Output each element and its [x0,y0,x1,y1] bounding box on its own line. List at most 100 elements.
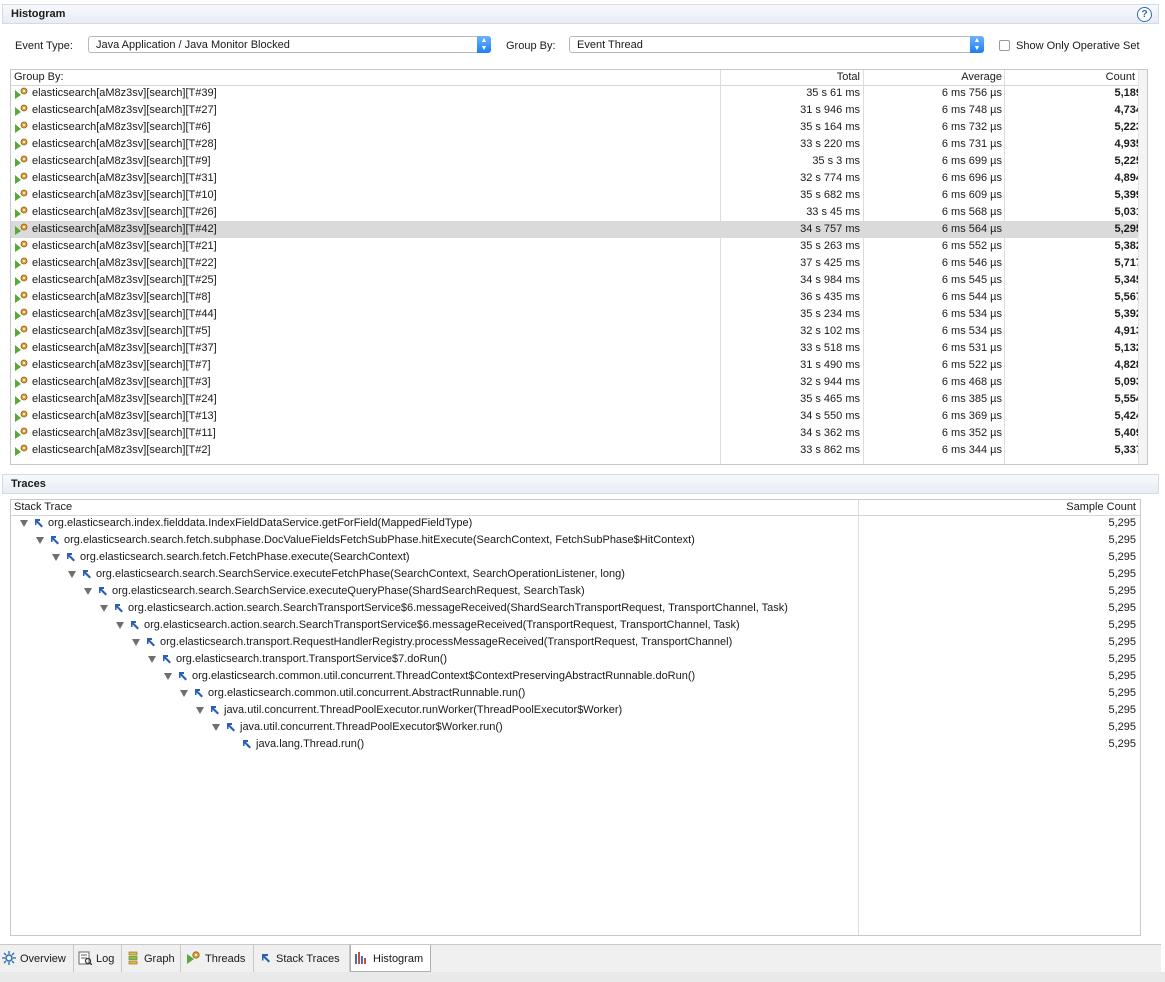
thread-icon [15,223,28,235]
expand-toggle-icon[interactable] [20,520,28,527]
tab-threads[interactable]: Threads [181,945,254,972]
column-header-group-by[interactable]: Group By: [14,71,64,83]
tree-row[interactable]: org.elasticsearch.search.fetch.FetchPhas… [11,549,1140,566]
table-row[interactable]: elasticsearch[aM8z3sv][search][T#11] 34 s… [11,425,1147,442]
expand-toggle-icon[interactable] [100,605,108,612]
expand-toggle-icon[interactable] [52,554,60,561]
method-frame-icon [83,570,91,579]
column-header-sample-count[interactable]: Sample Count [1066,501,1136,513]
tab-graph[interactable]: Graph [122,945,181,972]
table-row[interactable]: elasticsearch[aM8z3sv][search][T#27] 31 s… [11,102,1147,119]
group-by-select[interactable]: Event Thread ▲ ▼ [569,36,984,53]
total-cell: 32 s 774 ms [800,172,860,184]
thread-name-cell: elasticsearch[aM8z3sv][search][T#5] [32,325,211,337]
tree-row[interactable]: org.elasticsearch.search.SearchService.e… [11,583,1140,600]
table-row[interactable]: elasticsearch[aM8z3sv][search][T#9] 35 s … [11,153,1147,170]
operative-set-checkbox[interactable] [999,40,1010,51]
table-row[interactable]: elasticsearch[aM8z3sv][search][T#24] 35 s… [11,391,1147,408]
column-header-total[interactable]: Total [837,71,860,83]
expand-toggle-icon[interactable] [68,571,76,578]
method-frame-icon [195,689,203,698]
sample-count-cell: 5,295 [1108,602,1136,614]
table-row[interactable]: elasticsearch[aM8z3sv][search][T#13] 34 s… [11,408,1147,425]
average-cell: 6 ms 731 µs [941,138,1002,150]
tab-stack-traces[interactable]: Stack Traces [254,945,350,972]
help-icon[interactable]: ? [1137,7,1152,22]
column-header-average[interactable]: Average [961,71,1002,83]
thread-icon [15,206,28,218]
select-arrows-icon: ▲ ▼ [970,36,984,53]
thread-name-cell: elasticsearch[aM8z3sv][search][T#44] [32,308,217,320]
table-row[interactable]: elasticsearch[aM8z3sv][search][T#8] 36 s … [11,289,1147,306]
tree-row[interactable]: org.elasticsearch.common.util.concurrent… [11,685,1140,702]
stack-frame-cell: org.elasticsearch.action.search.SearchTr… [144,619,740,631]
tree-row[interactable]: org.elasticsearch.search.SearchService.e… [11,566,1140,583]
table-row[interactable]: elasticsearch[aM8z3sv][search][T#37] 33 s… [11,340,1147,357]
vertical-scrollbar[interactable] [1138,70,1147,464]
sample-count-cell: 5,295 [1108,738,1136,750]
table-row[interactable]: elasticsearch[aM8z3sv][search][T#25] 34 s… [11,272,1147,289]
total-cell: 34 s 984 ms [800,274,860,286]
tree-row[interactable]: org.elasticsearch.transport.RequestHandl… [11,634,1140,651]
table-row[interactable]: elasticsearch[aM8z3sv][search][T#10] 35 s… [11,187,1147,204]
tree-row[interactable]: java.util.concurrent.ThreadPoolExecutor$… [11,719,1140,736]
traces-tree-table[interactable]: Stack Trace Sample Count org.elasticsear… [10,499,1141,936]
total-cell: 35 s 263 ms [800,240,860,252]
stack-frame-cell: java.util.concurrent.ThreadPoolExecutor.… [224,704,623,716]
thread-icon [15,155,28,167]
thread-name-cell: elasticsearch[aM8z3sv][search][T#28] [32,138,217,150]
table-row[interactable]: elasticsearch[aM8z3sv][search][T#7] 31 s … [11,357,1147,374]
thread-name-cell: elasticsearch[aM8z3sv][search][T#7] [32,359,211,371]
table-row[interactable]: elasticsearch[aM8z3sv][search][T#21] 35 s… [11,238,1147,255]
expand-toggle-icon[interactable] [196,707,204,714]
tree-row[interactable]: org.elasticsearch.search.fetch.subphase.… [11,532,1140,549]
table-row[interactable]: elasticsearch[aM8z3sv][search][T#44] 35 s… [11,306,1147,323]
table-row[interactable]: elasticsearch[aM8z3sv][search][T#39] 35 s… [11,85,1147,102]
stack-frame-cell: org.elasticsearch.search.fetch.subphase.… [64,534,695,546]
expand-toggle-icon[interactable] [36,537,44,544]
column-header-count[interactable]: Count [1106,71,1135,83]
thread-name-cell: elasticsearch[aM8z3sv][search][T#21] [32,240,217,252]
table-row[interactable]: elasticsearch[aM8z3sv][search][T#31] 32 s… [11,170,1147,187]
tree-row[interactable]: java.util.concurrent.ThreadPoolExecutor.… [11,702,1140,719]
total-cell: 35 s 61 ms [806,87,860,99]
method-frame-icon [243,740,251,749]
total-cell: 33 s 862 ms [800,444,860,456]
thread-name-cell: elasticsearch[aM8z3sv][search][T#9] [32,155,211,167]
tree-row[interactable]: org.elasticsearch.common.util.concurrent… [11,668,1140,685]
average-cell: 6 ms 748 µs [941,104,1002,116]
expand-toggle-icon[interactable] [116,622,124,629]
tree-row[interactable]: org.elasticsearch.action.search.SearchTr… [11,600,1140,617]
table-row[interactable]: elasticsearch[aM8z3sv][search][T#42] 34 s… [11,221,1147,238]
table-row[interactable]: elasticsearch[aM8z3sv][search][T#26] 33 s… [11,204,1147,221]
table-row[interactable]: elasticsearch[aM8z3sv][search][T#22] 37 s… [11,255,1147,272]
expand-toggle-icon[interactable] [164,673,172,680]
tree-row[interactable]: org.elasticsearch.index.fielddata.IndexF… [11,515,1140,532]
histogram-table[interactable]: Group By: Total Average Count elasticsea… [10,69,1148,465]
table-row[interactable]: elasticsearch[aM8z3sv][search][T#5] 32 s … [11,323,1147,340]
expand-toggle-icon[interactable] [148,656,156,663]
tab-overview[interactable]: Overview [0,945,74,972]
table-row[interactable]: elasticsearch[aM8z3sv][search][T#3] 32 s … [11,374,1147,391]
average-cell: 6 ms 568 µs [941,206,1002,218]
thread-icon [15,291,28,303]
sample-count-cell: 5,295 [1108,687,1136,699]
tree-row[interactable]: java.lang.Thread.run() 5,295 [11,736,1140,753]
tree-row[interactable]: org.elasticsearch.action.search.SearchTr… [11,617,1140,634]
table-row[interactable]: elasticsearch[aM8z3sv][search][T#6] 35 s … [11,119,1147,136]
expand-toggle-icon[interactable] [212,724,220,731]
table-row[interactable]: elasticsearch[aM8z3sv][search][T#2] 33 s … [11,442,1147,459]
tab-histogram[interactable]: Histogram [350,945,431,972]
tree-row[interactable]: org.elasticsearch.transport.TransportSer… [11,651,1140,668]
tab-log[interactable]: Log [74,945,122,972]
expand-toggle-icon[interactable] [84,588,92,595]
expand-toggle-icon[interactable] [180,690,188,697]
average-cell: 6 ms 699 µs [941,155,1002,167]
table-row[interactable]: elasticsearch[aM8z3sv][search][T#28] 33 s… [11,136,1147,153]
sample-count-cell: 5,295 [1108,568,1136,580]
expand-toggle-icon[interactable] [132,639,140,646]
event-type-select[interactable]: Java Application / Java Monitor Blocked … [88,36,491,53]
histogram-header: Histogram ? [2,4,1159,24]
average-cell: 6 ms 564 µs [941,223,1002,235]
column-header-stack-trace[interactable]: Stack Trace [14,501,72,513]
